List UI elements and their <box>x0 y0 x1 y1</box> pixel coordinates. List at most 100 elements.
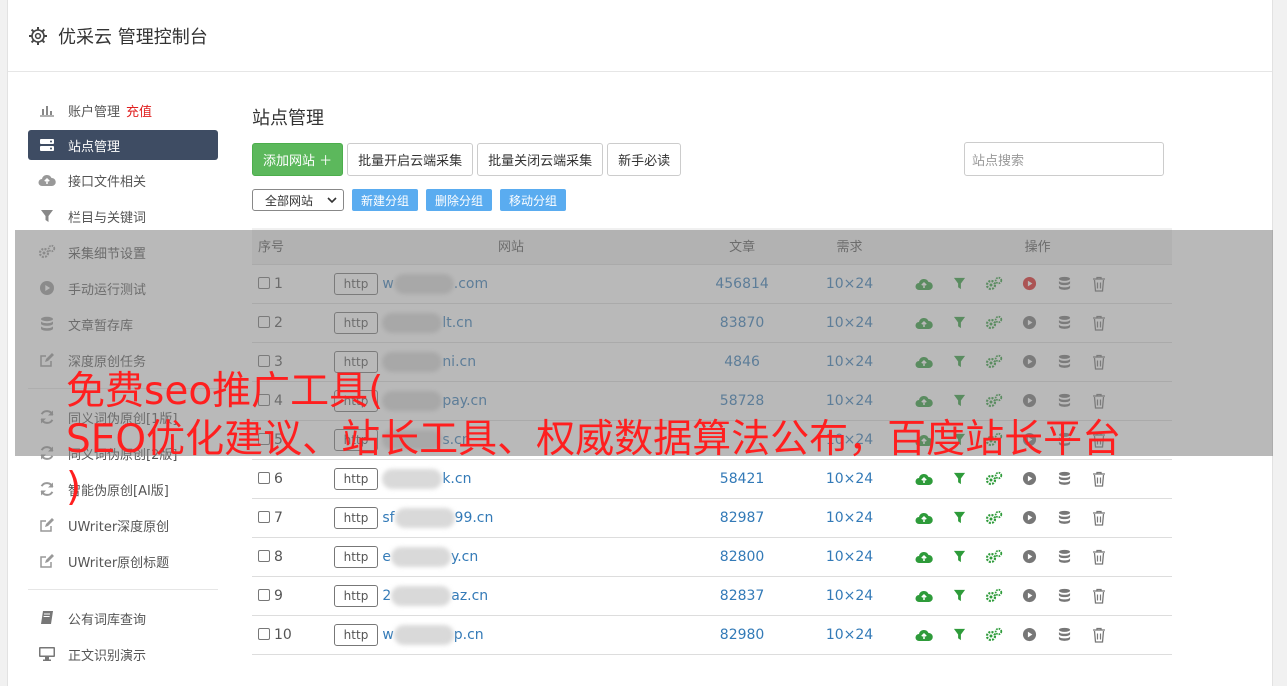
filter-icon[interactable] <box>950 587 968 605</box>
server-icon <box>38 137 56 153</box>
article-count[interactable]: 82980 <box>688 615 796 655</box>
actions-cell <box>903 615 1172 655</box>
sidebar-item-12[interactable]: UWriter原创标题 <box>28 543 218 579</box>
sidebar-item-3[interactable]: 栏目与关键词 <box>28 198 218 234</box>
protocol-badge: http <box>333 623 379 646</box>
batch-open-cloud-button[interactable]: 批量开启云端采集 <box>347 142 474 176</box>
sidebar-item-label: 接口文件相关 <box>68 174 147 190</box>
sidebar-divider <box>28 589 218 590</box>
delete-group-button[interactable]: 删除分组 <box>426 189 493 211</box>
site-search-input[interactable]: 站点搜索 <box>964 142 1164 176</box>
actions-cell <box>903 576 1172 616</box>
sidebar-item-13[interactable]: 公有词库查询 <box>28 600 218 636</box>
sidebar-item-11[interactable]: UWriter深度原创 <box>28 507 218 543</box>
cloud-upload-icon[interactable] <box>915 626 934 644</box>
row-checkbox[interactable] <box>258 549 270 562</box>
recharge-link[interactable]: 充值 <box>126 101 152 120</box>
row-index-cell: 9 <box>252 576 334 616</box>
row-index: 9 <box>274 587 283 604</box>
row-index-cell: 8 <box>252 537 334 577</box>
actions-cell <box>903 537 1172 577</box>
cloud-upload-icon[interactable] <box>915 587 934 605</box>
filter-icon <box>38 208 56 224</box>
table-row: 10 http w p.cn 82980 10×24 <box>252 615 1172 655</box>
play-icon[interactable] <box>1020 587 1038 605</box>
site-domain-prefix[interactable]: 2 <box>382 588 391 604</box>
row-index-cell: 10 <box>252 615 334 655</box>
site-domain-suffix[interactable]: y.cn <box>451 549 478 565</box>
move-group-button[interactable]: 移动分组 <box>500 189 567 211</box>
sidebar-item-2[interactable]: 接口文件相关 <box>28 162 218 198</box>
group-select-value: 全部网站 <box>265 193 314 208</box>
row-checkbox[interactable] <box>258 627 270 640</box>
sidebar-item-label: 正文识别演示 <box>68 648 147 664</box>
table-row: 9 http 2 az.cn 82837 10×24 <box>252 576 1172 616</box>
database-icon[interactable] <box>1055 626 1073 644</box>
redacted-blur <box>391 585 452 606</box>
site-domain-prefix[interactable]: w <box>382 627 393 643</box>
cogs-icon[interactable] <box>985 548 1003 566</box>
row-index: 8 <box>274 548 283 565</box>
article-count[interactable]: 82837 <box>688 576 796 616</box>
play-icon[interactable] <box>1020 626 1038 644</box>
top-bar: 优采云 管理控制台 <box>8 0 1272 72</box>
sidebar-item-label: 公有词库查询 <box>68 612 147 628</box>
site-cell: http w p.cn <box>333 615 689 655</box>
site-cell: http e y.cn <box>333 537 689 577</box>
new-group-button[interactable]: 新建分组 <box>352 189 419 211</box>
monitor-icon <box>38 646 56 662</box>
sidebar-item-label: UWriter深度原创 <box>68 519 170 535</box>
database-icon[interactable] <box>1055 548 1073 566</box>
add-site-button[interactable]: 添加网站 ＋ <box>252 142 344 176</box>
overlay-line-1: 免费seo推广工具( <box>66 369 384 414</box>
requirement[interactable]: 10×24 <box>795 537 904 577</box>
trash-icon[interactable] <box>1090 626 1108 644</box>
edit-icon <box>38 553 56 569</box>
table-row: 8 http e y.cn 82800 10×24 <box>252 537 1172 577</box>
cogs-icon[interactable] <box>985 587 1003 605</box>
book-icon <box>38 610 56 626</box>
trash-icon[interactable] <box>1090 587 1108 605</box>
sidebar-item-label: 栏目与关键词 <box>68 210 147 226</box>
redacted-blur <box>393 624 454 645</box>
filter-icon[interactable] <box>950 548 968 566</box>
database-icon[interactable] <box>1055 587 1073 605</box>
redacted-blur <box>390 546 451 567</box>
overlay-line-2: SEO优化建议、站长工具、权威数据算法公布，百度站长平台 <box>66 417 1122 462</box>
site-domain-suffix[interactable]: az.cn <box>451 588 488 604</box>
requirement[interactable]: 10×24 <box>795 576 904 616</box>
guide-button[interactable]: 新手必读 <box>607 142 682 176</box>
app-title: 优采云 管理控制台 <box>58 26 208 48</box>
article-count[interactable]: 82800 <box>688 537 796 577</box>
requirement[interactable]: 10×24 <box>795 615 904 655</box>
row-index: 10 <box>274 626 292 643</box>
overlay-caption: 免费seo推广工具( SEO优化建议、站长工具、权威数据算法公布，百度站长平台 … <box>66 368 1266 512</box>
site-cell: http 2 az.cn <box>333 576 689 616</box>
protocol-badge: http <box>333 584 379 607</box>
toolbar: 添加网站 ＋ 批量开启云端采集 批量关闭云端采集 新手必读 站点搜索 <box>252 142 1182 176</box>
cogs-icon[interactable] <box>985 626 1003 644</box>
site-domain-suffix[interactable]: p.cn <box>454 627 484 643</box>
filter-icon[interactable] <box>950 626 968 644</box>
refresh-icon <box>38 481 56 497</box>
row-checkbox[interactable] <box>258 510 270 523</box>
protocol-badge: http <box>333 545 379 568</box>
cloud-upload-icon <box>38 172 56 188</box>
cloud-upload-icon[interactable] <box>915 548 934 566</box>
sidebar-item-label: 站点管理 <box>68 139 121 155</box>
sidebar-item-1[interactable]: 站点管理 <box>28 130 218 160</box>
sidebar-item-14[interactable]: 正文识别演示 <box>28 636 218 672</box>
sidebar-item-0[interactable]: 账户管理 充值 <box>28 92 218 128</box>
play-icon[interactable] <box>1020 548 1038 566</box>
group-select[interactable]: 全部网站 <box>252 189 344 211</box>
page-title: 站点管理 <box>252 108 324 129</box>
edit-icon <box>38 517 56 533</box>
trash-icon[interactable] <box>1090 548 1108 566</box>
chevron-down-icon <box>327 197 337 204</box>
site-domain-prefix[interactable]: e <box>382 549 391 565</box>
bar-chart-icon <box>38 102 56 118</box>
group-bar: 全部网站 新建分组 删除分组 移动分组 <box>252 188 1182 212</box>
batch-close-cloud-button[interactable]: 批量关闭云端采集 <box>477 142 604 176</box>
row-checkbox[interactable] <box>258 588 270 601</box>
gear-icon[interactable] <box>28 26 48 46</box>
